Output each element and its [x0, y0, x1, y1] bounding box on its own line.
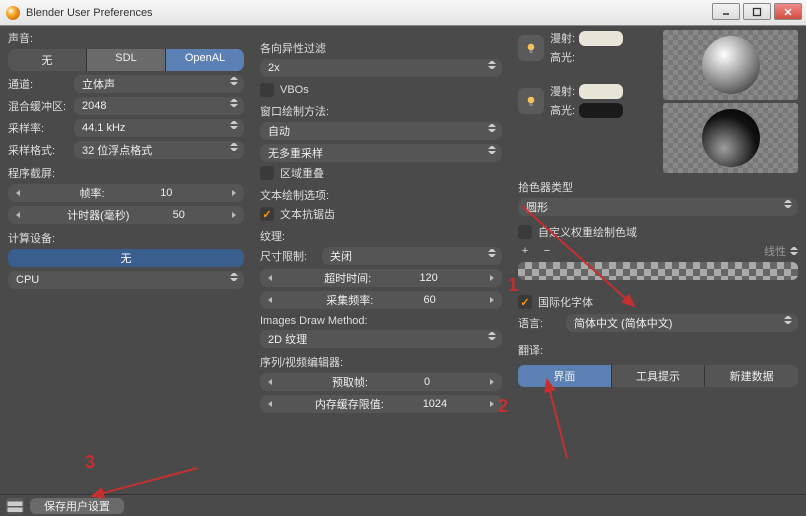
gradient-type-updn[interactable] [790, 247, 798, 255]
audio-tab-sdl[interactable]: SDL [87, 49, 166, 71]
sizelimit-label: 尺寸限制: [260, 248, 316, 264]
memcache-field[interactable]: 内存缓存限值:1024 [260, 395, 502, 413]
samprate-dropdown[interactable]: 44.1 kHz [74, 119, 244, 137]
collectrate-field[interactable]: 采集频率:60 [260, 291, 502, 309]
channel-dropdown[interactable]: 立体声 [74, 75, 244, 93]
sampfmt-dropdown[interactable]: 32 位浮点格式 [74, 141, 244, 159]
window-draw-label: 窗口绘制方法: [260, 103, 502, 119]
imgdraw-label: Images Draw Method: [260, 315, 502, 327]
translate-tooltips-button[interactable]: 工具提示 [612, 365, 706, 387]
sizelimit-dropdown[interactable]: 关闭 [322, 247, 502, 265]
light2-toggle[interactable] [518, 88, 544, 114]
intl-font-label: 国际化字体 [538, 294, 593, 310]
language-label: 语言: [518, 315, 560, 331]
editor-type-icon[interactable] [6, 498, 24, 514]
spec2-label: 高光: [550, 102, 575, 118]
custom-weight-checkbox[interactable] [518, 225, 532, 239]
gradient-add-icon[interactable]: + [518, 244, 532, 258]
gradient-strip[interactable] [518, 262, 798, 280]
diffuse2-label: 漫射: [550, 83, 575, 99]
minimize-button[interactable] [712, 3, 740, 20]
multisample-dropdown[interactable]: 无多重采样 [260, 144, 502, 162]
compute-none-button[interactable]: 无 [8, 249, 244, 267]
screencast-label: 程序截屏: [8, 165, 244, 181]
mixbuf-label: 混合缓冲区: [8, 98, 68, 114]
picker-type-label: 拾色器类型 [518, 179, 798, 195]
light1-toggle[interactable] [518, 35, 544, 61]
overlap-checkbox[interactable] [260, 166, 274, 180]
text-aa-label: 文本抗锯齿 [280, 206, 335, 222]
window-title: Blender User Preferences [26, 7, 153, 19]
diffuse1-swatch[interactable] [579, 31, 623, 46]
diffuse2-swatch[interactable] [579, 84, 623, 99]
overlap-label: 区域重叠 [280, 165, 324, 181]
preview-sphere-2 [663, 103, 798, 173]
prefetch-field[interactable]: 预取帧:0 [260, 373, 502, 391]
window-controls [712, 3, 802, 20]
audio-label: 声音: [8, 30, 244, 46]
close-button[interactable] [774, 3, 802, 20]
vbo-checkbox[interactable] [260, 83, 274, 97]
text-aa-checkbox[interactable] [260, 207, 274, 221]
language-dropdown[interactable]: 简体中文 (简体中文) [566, 314, 798, 332]
translate-newdata-button[interactable]: 新建数据 [705, 365, 798, 387]
spec1-swatch[interactable] [579, 50, 623, 65]
footer: 保存用户设置 [0, 494, 806, 516]
picker-type-dropdown[interactable]: 圆形 [518, 198, 798, 216]
maximize-button[interactable] [743, 3, 771, 20]
timeout-field[interactable]: 超时时间:120 [260, 269, 502, 287]
mixbuf-dropdown[interactable]: 2048 [74, 97, 244, 115]
compute-cpu-dropdown[interactable]: CPU [8, 271, 244, 289]
imgdraw-dropdown[interactable]: 2D 纹理 [260, 330, 502, 348]
spec2-swatch[interactable] [579, 103, 623, 118]
timer-field[interactable]: 计时器(毫秒)50 [8, 206, 244, 224]
translate-interface-button[interactable]: 界面 [518, 365, 612, 387]
textopt-label: 文本绘制选项: [260, 187, 502, 203]
texture-label: 纹理: [260, 228, 502, 244]
channel-label: 通道: [8, 76, 68, 92]
blender-icon [6, 6, 20, 20]
vbo-label: VBOs [280, 84, 309, 96]
translate-label: 翻译: [518, 342, 543, 358]
compute-label: 计算设备: [8, 230, 244, 246]
translate-buttons: 界面 工具提示 新建数据 [518, 365, 798, 387]
titlebar: Blender User Preferences [0, 0, 806, 26]
gradient-type-label: 线性 [764, 243, 786, 259]
window-draw-dropdown[interactable]: 自动 [260, 122, 502, 140]
preview-sphere-1 [663, 30, 798, 100]
intl-font-checkbox[interactable] [518, 295, 532, 309]
audio-device-tabs: 无 SDL OpenAL [8, 49, 244, 71]
aniso-label: 各向异性过滤 [260, 40, 502, 56]
seqed-label: 序列/视频编辑器: [260, 354, 502, 370]
spec-label: 高光: [550, 49, 575, 65]
gradient-remove-icon[interactable]: − [540, 244, 554, 258]
audio-tab-none[interactable]: 无 [8, 49, 87, 71]
fps-field[interactable]: 帧率:10 [8, 184, 244, 202]
aniso-dropdown[interactable]: 2x [260, 59, 502, 77]
audio-tab-openal[interactable]: OpenAL [166, 49, 244, 71]
sampfmt-label: 采样格式: [8, 142, 68, 158]
diffuse-label: 漫射: [550, 30, 575, 46]
samprate-label: 采样率: [8, 120, 68, 136]
custom-weight-label: 自定义权重绘制色域 [538, 224, 637, 240]
save-settings-button[interactable]: 保存用户设置 [30, 498, 124, 514]
